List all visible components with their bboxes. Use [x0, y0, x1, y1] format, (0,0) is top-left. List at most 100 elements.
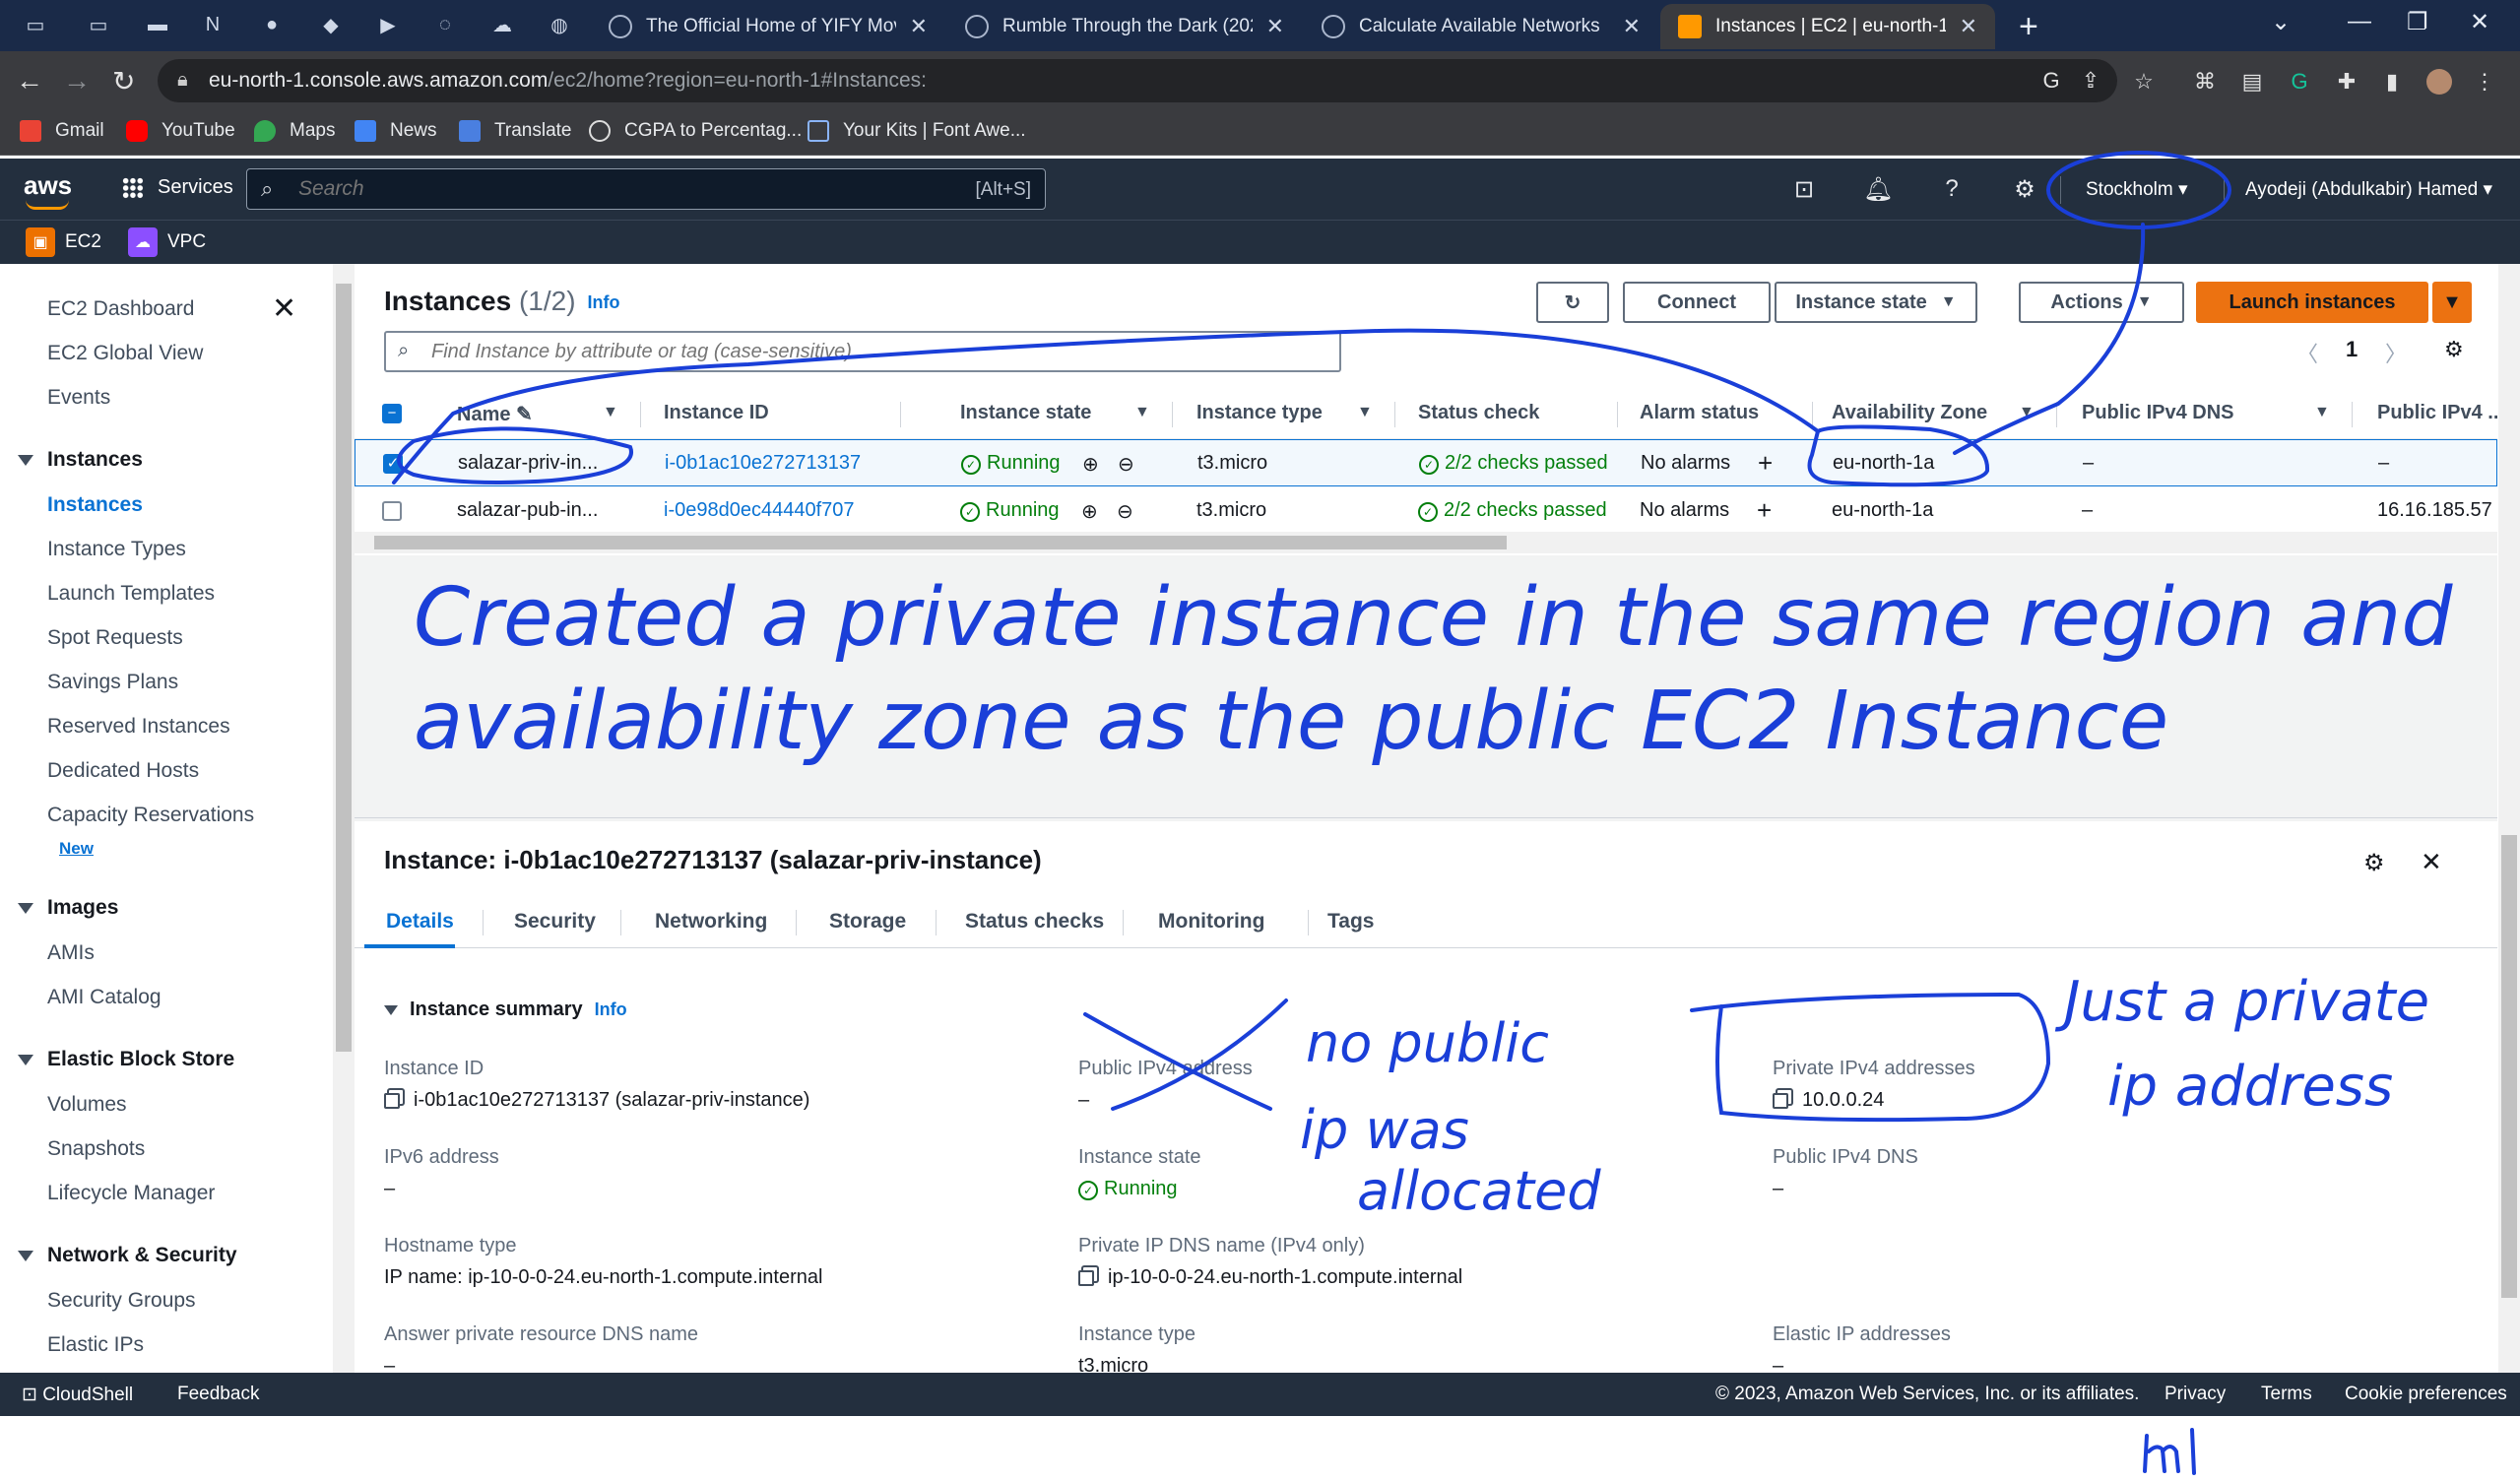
- bookmark-news[interactable]: News: [355, 120, 437, 142]
- tab-status-checks[interactable]: Status checks: [965, 910, 1104, 934]
- zoom-in-icon[interactable]: ⊕: [1082, 452, 1099, 477]
- sidebar-item-instance-types[interactable]: Instance Types: [47, 538, 186, 561]
- pinned-tab-icon[interactable]: ▭: [85, 12, 112, 37]
- tab-tags[interactable]: Tags: [1327, 910, 1374, 934]
- sidebar-item-global-view[interactable]: EC2 Global View: [47, 342, 203, 365]
- new-tab-icon[interactable]: +: [2019, 8, 2038, 46]
- sidebar-item-instances[interactable]: Instances: [47, 493, 143, 517]
- aws-search[interactable]: ⌕ [Alt+S]: [246, 168, 1046, 210]
- table-row[interactable]: ✓ salazar-priv-in... i-0b1ac10e272713137…: [355, 439, 2497, 486]
- reload-icon[interactable]: ↻: [112, 65, 135, 97]
- copy-icon[interactable]: [384, 1092, 400, 1109]
- sidebar-item-snapshots[interactable]: Snapshots: [47, 1137, 145, 1161]
- connect-button[interactable]: Connect: [1623, 282, 1771, 323]
- sidebar-item-ami-catalog[interactable]: AMI Catalog: [47, 986, 162, 1009]
- bookmark-youtube[interactable]: YouTube: [126, 120, 235, 142]
- sidebar-item-dedicated-hosts[interactable]: Dedicated Hosts: [47, 759, 199, 783]
- find-instance-input[interactable]: [431, 339, 1318, 364]
- table-row[interactable]: salazar-pub-in... i-0e98d0ec44440f707 ✓ R…: [355, 487, 2497, 535]
- terms-link[interactable]: Terms: [2261, 1384, 2312, 1405]
- row-checkbox[interactable]: ✓: [383, 454, 403, 474]
- side-panel-icon[interactable]: ▮: [2379, 69, 2405, 95]
- copy-icon[interactable]: [1078, 1269, 1094, 1286]
- extensions-puzzle-icon[interactable]: ✚: [2334, 69, 2359, 95]
- pinned-tab-icon[interactable]: ◍: [546, 12, 573, 37]
- back-icon[interactable]: ←: [16, 65, 43, 97]
- window-close-icon[interactable]: ✕: [2470, 8, 2489, 36]
- browser-tab[interactable]: The Official Home of YIFY Movie ✕: [591, 4, 945, 49]
- services-menu[interactable]: Services: [122, 176, 233, 199]
- select-all-checkbox[interactable]: −: [382, 404, 402, 423]
- pinned-tab-icon[interactable]: ▭: [22, 12, 49, 37]
- next-page-icon[interactable]: 〉: [2385, 337, 2407, 368]
- pinned-tab-icon[interactable]: ●: [258, 12, 286, 37]
- sidebar-section-images[interactable]: Images: [18, 896, 118, 920]
- tab-close-icon[interactable]: ✕: [910, 14, 928, 39]
- cell-instance-id[interactable]: i-0b1ac10e272713137: [665, 452, 861, 475]
- add-alarm-icon[interactable]: +: [1757, 495, 1772, 526]
- sidebar-item-amis[interactable]: AMIs: [47, 941, 95, 965]
- pinned-tab-icon[interactable]: ◆: [317, 12, 345, 37]
- translate-extension-icon[interactable]: ⌘: [2192, 69, 2218, 95]
- sidebar-item-launch-templates[interactable]: Launch Templates: [47, 582, 215, 606]
- copy-icon[interactable]: [1773, 1092, 1788, 1109]
- prev-page-icon[interactable]: 〈: [2296, 337, 2318, 368]
- bookmark-maps[interactable]: Maps: [254, 120, 335, 142]
- sidebar-item-spot-requests[interactable]: Spot Requests: [47, 626, 183, 650]
- zoom-out-icon[interactable]: ⊖: [1117, 499, 1133, 524]
- close-sidebar-icon[interactable]: ✕: [272, 291, 296, 326]
- sort-icon[interactable]: ▼: [2019, 404, 2035, 421]
- google-icon[interactable]: G: [2038, 68, 2064, 94]
- bookmark-cgpa[interactable]: CGPA to Percentag...: [589, 120, 802, 142]
- col-alarm-status[interactable]: Alarm status: [1640, 402, 1759, 424]
- col-instance-type[interactable]: Instance type: [1196, 402, 1323, 424]
- sort-icon[interactable]: ▼: [2314, 404, 2330, 421]
- instance-state-button[interactable]: Instance state ▼: [1775, 282, 1977, 323]
- tab-monitoring[interactable]: Monitoring: [1158, 910, 1264, 934]
- bookmark-star-icon[interactable]: ☆: [2131, 69, 2157, 95]
- launch-dropdown-button[interactable]: ▼: [2432, 282, 2472, 323]
- sidebar-item-ec2-dashboard[interactable]: EC2 Dashboard: [47, 297, 194, 321]
- main-scrollbar[interactable]: [2498, 264, 2520, 1373]
- col-instance-id[interactable]: Instance ID: [664, 402, 769, 424]
- col-instance-state[interactable]: Instance state: [960, 402, 1091, 424]
- browser-tab[interactable]: Rumble Through the Dark (2023 ✕: [947, 4, 1302, 49]
- share-icon[interactable]: ⇪: [2078, 68, 2103, 94]
- favorite-vpc[interactable]: ☁ VPC: [128, 227, 206, 257]
- restore-icon[interactable]: ❐: [2407, 8, 2428, 36]
- aws-logo[interactable]: aws: [24, 170, 72, 210]
- profile-avatar[interactable]: [2426, 69, 2452, 95]
- forward-icon[interactable]: →: [63, 65, 91, 97]
- pinned-tab-icon[interactable]: ☁: [488, 12, 516, 37]
- tab-close-icon[interactable]: ✕: [1623, 14, 1641, 39]
- sidebar-item-reserved-instances[interactable]: Reserved Instances: [47, 715, 230, 739]
- sort-icon[interactable]: ▼: [1357, 404, 1373, 421]
- grammarly-icon[interactable]: G: [2287, 69, 2312, 95]
- add-alarm-icon[interactable]: +: [1758, 448, 1773, 479]
- sidebar-item-lifecycle-manager[interactable]: Lifecycle Manager: [47, 1182, 215, 1205]
- sidebar-scrollbar[interactable]: [333, 264, 355, 1373]
- cell-instance-id[interactable]: i-0e98d0ec44440f707: [664, 499, 855, 522]
- aws-search-input[interactable]: [298, 175, 889, 203]
- account-menu[interactable]: Ayodeji (Abdulkabir) Hamed ▾: [2245, 178, 2492, 201]
- tab-storage[interactable]: Storage: [829, 910, 906, 934]
- tab-security[interactable]: Security: [514, 910, 596, 934]
- find-instance-search[interactable]: ⌕: [384, 331, 1341, 372]
- notifications-icon[interactable]: 🔔︎: [1863, 175, 1893, 203]
- table-horizontal-scrollbar[interactable]: [355, 532, 2497, 553]
- address-bar[interactable]: 🔒︎ eu-north-1.console.aws.amazon.com/ec2…: [158, 59, 2117, 102]
- col-name[interactable]: Name ✎: [457, 402, 533, 426]
- browser-menu-icon[interactable]: ⋮: [2472, 69, 2497, 95]
- pinned-tab-icon[interactable]: ▶: [374, 12, 402, 37]
- sidebar-section-instances[interactable]: Instances: [18, 448, 143, 472]
- help-icon[interactable]: ?: [1938, 175, 1966, 203]
- zoom-out-icon[interactable]: ⊖: [1118, 452, 1134, 477]
- sort-icon[interactable]: ▼: [1134, 404, 1150, 421]
- region-selector[interactable]: Stockholm ▾: [2086, 178, 2188, 201]
- actions-button[interactable]: Actions ▼: [2019, 282, 2184, 323]
- info-link[interactable]: Info: [588, 292, 620, 312]
- sort-icon[interactable]: ▼: [603, 404, 618, 421]
- feedback-link[interactable]: Feedback: [177, 1384, 259, 1405]
- privacy-link[interactable]: Privacy: [2165, 1384, 2226, 1405]
- tab-close-icon[interactable]: ✕: [1266, 14, 1284, 39]
